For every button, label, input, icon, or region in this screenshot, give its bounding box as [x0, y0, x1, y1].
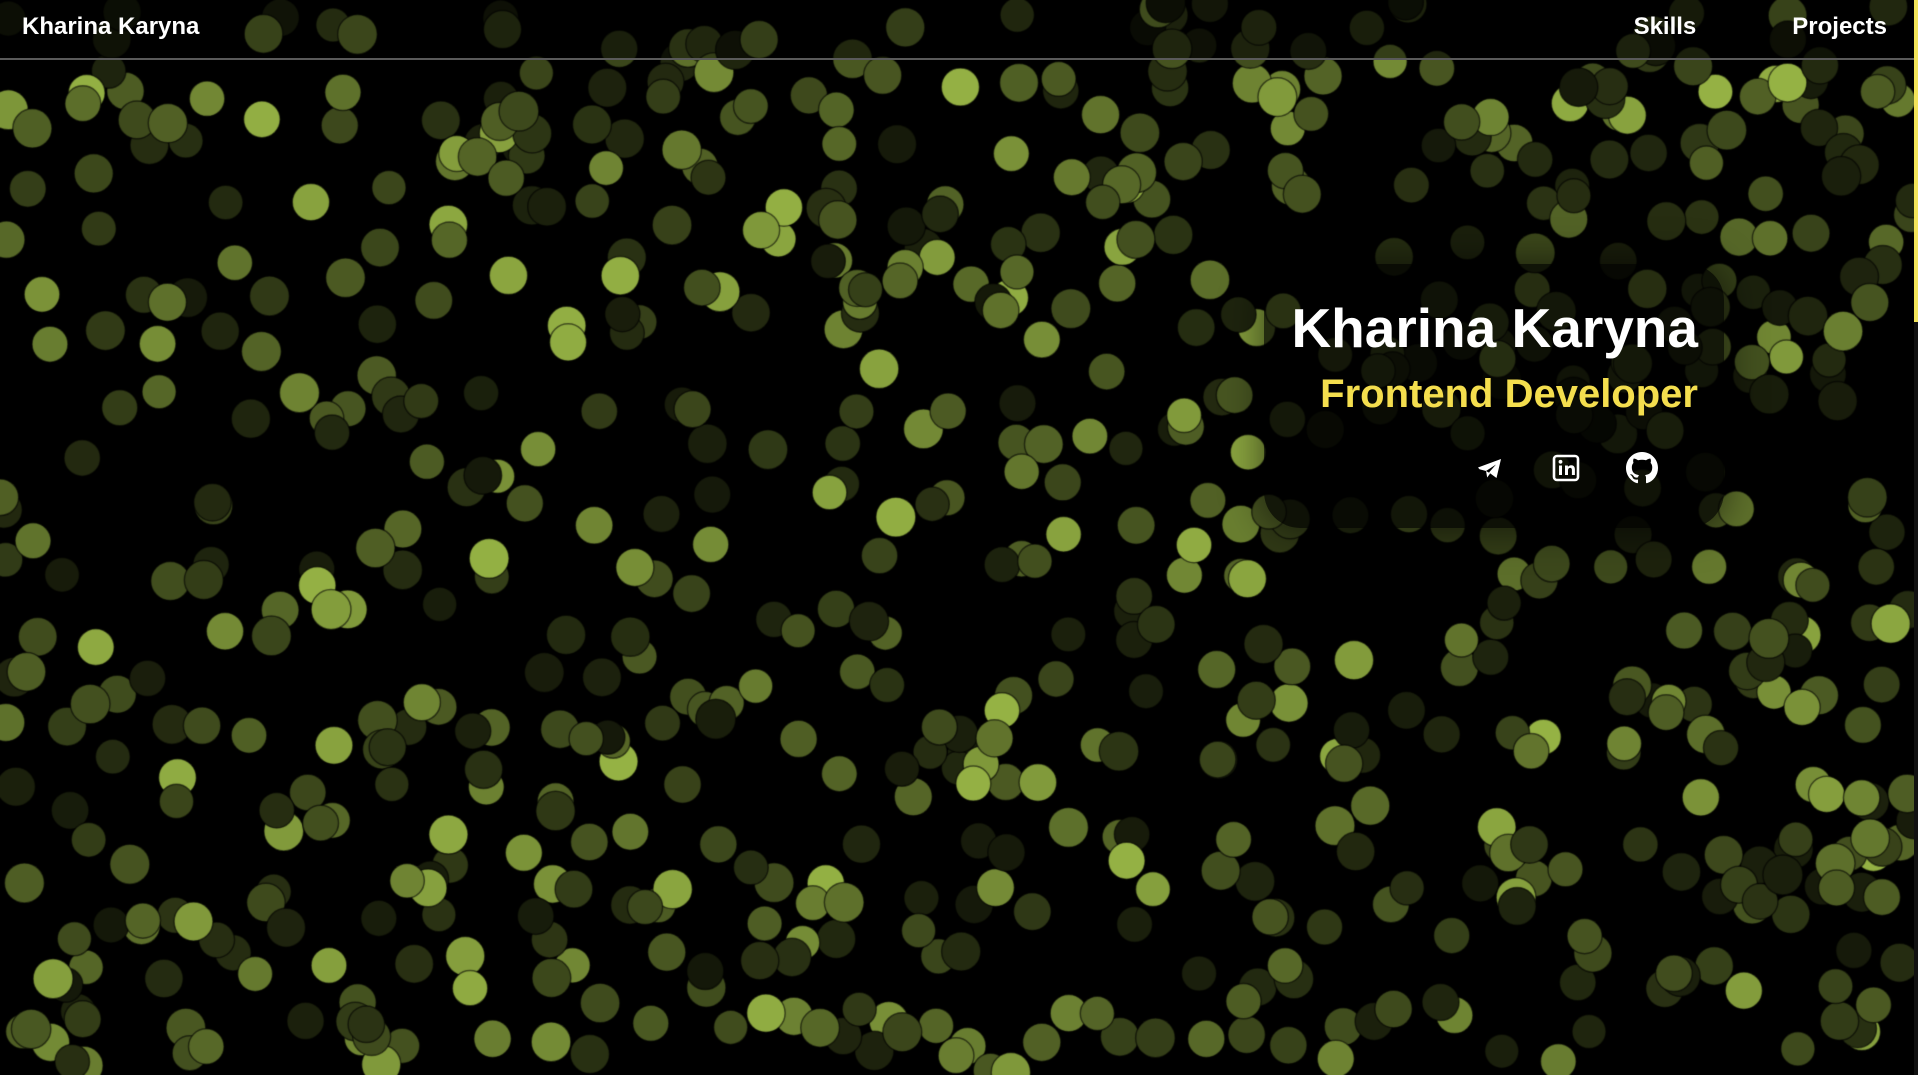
hero-name: Kharina Karyna — [1291, 297, 1698, 359]
hero-role: Frontend Developer — [1320, 372, 1698, 416]
brand-link[interactable]: Kharina Karyna — [22, 13, 199, 41]
navbar: Kharina Karyna Skills Projects — [0, 0, 1914, 60]
nav-link-skills[interactable]: Skills — [1634, 13, 1697, 41]
linkedin-link[interactable] — [1550, 452, 1582, 484]
scrollbar-thumb[interactable] — [1914, 0, 1918, 322]
telegram-link[interactable] — [1474, 452, 1506, 484]
bokeh-background — [0, 0, 1918, 1075]
github-link[interactable] — [1626, 452, 1658, 484]
linkedin-icon — [1552, 454, 1580, 482]
social-links — [1474, 452, 1658, 484]
telegram-icon — [1478, 459, 1501, 478]
hero-card: Kharina Karyna Frontend Developer — [1264, 264, 1724, 528]
scrollbar[interactable] — [1914, 0, 1918, 1075]
nav-links: Skills Projects — [1634, 13, 1887, 41]
nav-link-projects[interactable]: Projects — [1792, 13, 1887, 41]
github-icon — [1626, 452, 1658, 484]
